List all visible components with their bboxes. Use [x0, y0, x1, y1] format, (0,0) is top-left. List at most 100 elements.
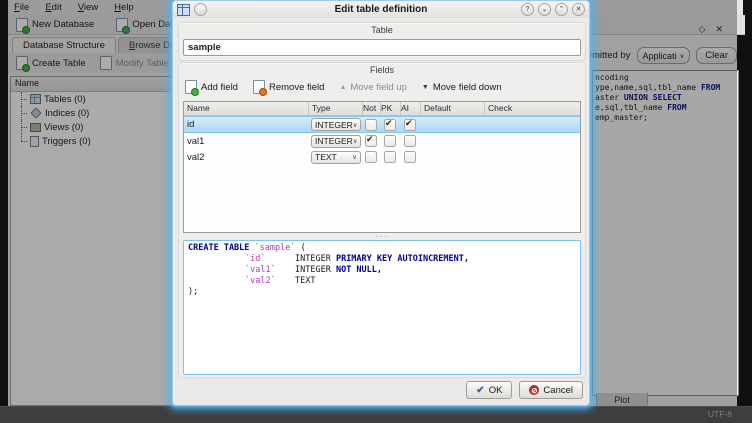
cancel-button[interactable]: ⊘ Cancel — [519, 381, 583, 399]
clear-log-button[interactable]: Clear — [696, 47, 737, 64]
field-type-cell: INTEGER ∨ — [308, 117, 362, 132]
new-database-button[interactable]: New Database — [16, 18, 94, 32]
field-row-val2[interactable]: val2 TEXT ∨ — [184, 149, 580, 165]
status-bar: UTF-8 — [0, 406, 752, 423]
dock-close-icon[interactable]: ✕ — [715, 24, 723, 35]
minimize-button[interactable]: ⌄ — [538, 3, 551, 16]
check-cell[interactable] — [484, 117, 580, 132]
screen: File Edit View Help New Database Open Da… — [0, 0, 752, 423]
create-table-button[interactable]: Create Table — [16, 56, 86, 70]
default-cell[interactable] — [420, 133, 484, 149]
log-filter-select[interactable]: Applicati ∨ — [637, 47, 691, 64]
create-table-icon — [16, 56, 28, 70]
column-header-ai[interactable]: AI — [400, 102, 420, 115]
ai-checkbox[interactable] — [404, 135, 416, 147]
tree-elbow — [17, 106, 27, 120]
column-header-check[interactable]: Check — [484, 102, 580, 115]
check-cell[interactable] — [484, 149, 580, 165]
tree-item-views[interactable]: Views (0) — [11, 120, 173, 134]
type-select[interactable]: TEXT ∨ — [311, 151, 361, 164]
tree-item-label: Indices (0) — [45, 108, 89, 119]
sql-log-text[interactable]: ncoding ype,name,sql,tbl_name FROM aster… — [592, 70, 739, 396]
close-button[interactable]: ✕ — [572, 3, 585, 16]
menu-file[interactable]: File — [14, 2, 29, 13]
tree-item-label: Tables (0) — [44, 94, 86, 105]
ai-cell — [400, 149, 420, 165]
add-field-button[interactable]: Add field — [185, 80, 238, 94]
ok-button[interactable]: ✔ OK — [466, 381, 512, 399]
chevron-down-icon: ∨ — [353, 137, 358, 145]
remove-field-button[interactable]: Remove field — [253, 80, 324, 94]
splitter-handle[interactable]: ··· — [183, 233, 581, 239]
fields-group-title: Fields — [179, 63, 585, 75]
tree-elbow — [17, 134, 27, 148]
new-database-label: New Database — [32, 19, 94, 30]
tree-item-indices[interactable]: Indices (0) — [11, 106, 173, 120]
ai-cell — [400, 133, 420, 149]
pk-checkbox[interactable] — [384, 151, 396, 163]
tables-icon — [30, 94, 41, 104]
encoding-status: UTF-8 — [708, 409, 732, 419]
sql-preview[interactable]: CREATE TABLE `sample` ( `id`INTEGER PRIM… — [183, 240, 581, 375]
pk-checkbox[interactable] — [384, 119, 396, 131]
triggers-icon — [30, 136, 39, 147]
field-type-cell: INTEGER ∨ — [308, 133, 362, 149]
sql-log-controls: submitted by Applicati ∨ Clear — [577, 47, 737, 64]
tree-item-tables[interactable]: Tables (0) — [11, 92, 173, 106]
ai-cell — [400, 117, 420, 132]
fields-toolbar: Add field Remove field ▲ Move field up ▼… — [185, 80, 581, 94]
modify-table-icon — [100, 56, 112, 70]
tree-elbow — [17, 92, 27, 106]
field-name-cell[interactable]: val2 — [184, 149, 308, 165]
field-row-id[interactable]: id INTEGER ∨ — [184, 116, 580, 133]
not-null-checkbox[interactable] — [365, 135, 377, 147]
move-field-down-button[interactable]: ▼ Move field down — [422, 82, 502, 93]
check-cell[interactable] — [484, 133, 580, 149]
modify-table-label: Modify Table — [116, 58, 169, 69]
log-line: aster UNION SELECT — [595, 93, 738, 103]
chevron-down-icon: ∨ — [352, 153, 357, 161]
table-name-input[interactable]: sample — [183, 39, 581, 56]
ok-check-icon: ✔ — [476, 385, 484, 396]
menu-help[interactable]: Help — [114, 2, 134, 13]
add-field-label: Add field — [201, 82, 238, 93]
views-icon — [30, 123, 41, 132]
help-button[interactable]: ? — [521, 3, 534, 16]
create-table-label: Create Table — [32, 58, 86, 69]
pk-checkbox[interactable] — [384, 135, 396, 147]
tab-database-structure[interactable]: Database Structure — [12, 37, 116, 53]
tree-item-triggers[interactable]: Triggers (0) — [11, 134, 173, 148]
chevron-down-icon: ∨ — [680, 52, 685, 60]
sql-line: CREATE TABLE `sample` ( — [188, 243, 580, 254]
dialog-titlebar[interactable]: Edit table definition ? ⌄ ⌃ ✕ — [173, 1, 589, 18]
not-null-checkbox[interactable] — [365, 119, 377, 131]
default-cell[interactable] — [420, 117, 484, 132]
field-row-val1[interactable]: val1 INTEGER ∨ — [184, 133, 580, 149]
tree-item-label: Views (0) — [44, 122, 83, 133]
type-select[interactable]: INTEGER ∨ — [311, 135, 361, 148]
default-cell[interactable] — [420, 149, 484, 165]
column-header-type[interactable]: Type — [308, 102, 362, 115]
modify-table-button: Modify Table — [100, 56, 169, 70]
not-null-checkbox[interactable] — [365, 151, 377, 163]
menu-edit[interactable]: Edit — [45, 2, 61, 13]
maximize-button[interactable]: ⌃ — [555, 3, 568, 16]
tab-plot[interactable]: Plot — [596, 393, 648, 407]
column-header-pk[interactable]: PK — [380, 102, 400, 115]
field-name-cell[interactable]: val1 — [184, 133, 308, 149]
tree-header-name[interactable]: Name — [11, 77, 173, 92]
open-database-icon — [116, 18, 128, 32]
ai-checkbox[interactable] — [404, 119, 416, 131]
log-line: ype,name,sql,tbl_name FROM — [595, 83, 738, 93]
column-header-default[interactable]: Default — [420, 102, 484, 115]
dock-float-icon[interactable]: ◇ — [699, 24, 706, 35]
column-header-name[interactable]: Name — [184, 102, 308, 115]
menu-view[interactable]: View — [78, 2, 98, 13]
field-name-cell[interactable]: id — [184, 117, 308, 132]
ai-checkbox[interactable] — [404, 151, 416, 163]
fields-grid-header: Name Type Not PK AI Default Check — [184, 102, 580, 116]
column-header-not[interactable]: Not — [362, 102, 380, 115]
type-select[interactable]: INTEGER ∨ — [311, 118, 361, 131]
move-field-up-label: Move field up — [350, 82, 407, 93]
table-group-title: Table — [179, 23, 585, 35]
